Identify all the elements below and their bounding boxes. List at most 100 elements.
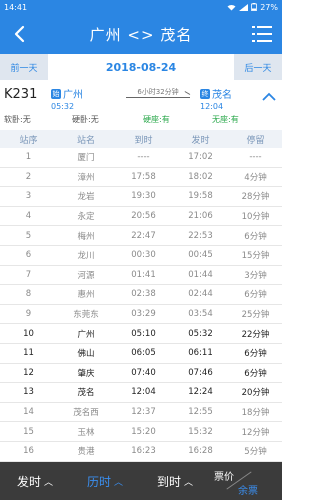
stops-table-header: 站序 站名 到时 发时 停留 [0,130,282,148]
header-station: 站名 [76,135,95,146]
table-row[interactable]: 2 漳州 17:58 18:02 4分钟 [0,168,282,188]
row-depart: 17:02 [188,152,213,163]
train-number: K231 [4,87,38,102]
row-station: 永定 [77,212,95,223]
sort-arrive-button[interactable]: 到时 ︿ [140,462,210,500]
row-index: 12 [23,367,34,378]
row-stay: 10分钟 [241,212,270,223]
header-depart: 发时 [191,135,210,146]
menu-icon[interactable] [252,25,272,43]
row-station: 河源 [77,270,95,281]
row-stay: 5分钟 [244,447,267,458]
row-depart: 18:02 [188,171,213,182]
price-remain-toggle[interactable]: 票价 余票 [210,462,282,500]
destination-station: 终 茂名 12:04 [200,86,232,111]
trip-duration: 6小时32分钟 [126,88,190,102]
prev-day-button[interactable]: 前一天 [0,54,48,80]
row-stay: 6分钟 [244,290,267,301]
table-row[interactable]: 4 永定 20:56 21:06 10分钟 [0,207,282,227]
row-stay: 28分钟 [241,192,270,203]
status-time: 14:41 [4,2,28,12]
row-index: 8 [25,289,32,300]
row-index: 2 [25,171,32,182]
table-row[interactable]: 1 厦门 ---- 17:02 ---- [0,148,282,168]
price-label: 票价 [214,472,234,483]
train-summary: K231 始 广州 05:32 6小时32分钟 终 茂名 12:04 [0,82,282,112]
table-row[interactable]: 6 龙川 00:30 00:45 15分钟 [0,246,282,266]
row-station: 梅州 [77,231,95,242]
stops-table[interactable]: 1 厦门 ---- 17:02 ---- 2 漳州 17:58 18:02 4分钟 3 龙岩 19:30… [0,148,282,462]
row-depart: 21:06 [188,211,213,222]
row-depart: 12:24 [188,387,213,398]
row-index: 7 [25,269,32,280]
battery-level: 27% [260,2,278,12]
row-index: 11 [23,348,34,359]
table-row[interactable]: 9 东莞东 03:29 03:54 25分钟 [0,305,282,325]
row-arrive: 22:47 [131,230,156,241]
status-icons: 27% [227,3,278,12]
selected-date[interactable]: 2018-08-24 [48,54,234,80]
row-station: 肇庆 [77,368,95,379]
row-depart: 07:46 [188,367,213,378]
row-station: 佛山 [77,349,95,360]
row-index: 9 [25,309,32,320]
chevron-up-icon[interactable] [262,92,276,102]
table-row[interactable]: 15 玉林 15:20 15:32 12分钟 [0,422,282,442]
row-index: 4 [25,211,32,222]
page-title: 广州 <> 茂名 [89,25,193,44]
duration-text: 6小时32分钟 [137,88,179,96]
header-arrive: 到时 [134,135,153,146]
row-station: 玉林 [77,427,95,438]
row-index: 1 [25,152,32,163]
row-arrive: 07:40 [131,367,156,378]
row-index: 16 [23,446,34,457]
table-row[interactable]: 11 佛山 06:05 06:11 6分钟 [0,344,282,364]
nav-bar: 广州 <> 茂名 [0,14,282,54]
row-station: 惠州 [77,290,95,301]
row-depart: 12:55 [188,407,213,418]
seat-hard-sleeper: 硬卧:无 [72,115,99,124]
row-station: 茂名西 [73,408,99,419]
table-row[interactable]: 13 茂名 12:04 12:24 20分钟 [0,383,282,403]
row-stay: 6分钟 [244,349,267,360]
origin-station-name: 广州 [63,90,83,101]
table-row[interactable]: 14 茂名西 12:37 12:55 18分钟 [0,403,282,423]
row-index: 10 [23,328,34,339]
row-station: 厦门 [77,153,95,164]
row-arrive: 12:04 [131,387,156,398]
row-index: 15 [23,426,34,437]
row-arrive: 16:23 [131,446,156,457]
table-row[interactable]: 16 贵港 16:23 16:28 5分钟 [0,442,282,462]
chevron-up-icon: ︿ [114,477,124,488]
back-arrow-icon[interactable] [10,24,30,44]
table-row[interactable]: 8 惠州 02:38 02:44 6分钟 [0,285,282,305]
row-arrive: ---- [137,152,150,163]
table-row[interactable]: 12 肇庆 07:40 07:46 6分钟 [0,364,282,384]
row-stay: 22分钟 [241,329,270,340]
row-station: 广州 [77,329,95,340]
row-depart: 05:32 [188,328,213,339]
seat-hard-seat: 硬座:有 [143,115,170,124]
status-bar: 14:41 27% [0,0,282,14]
seat-availability: 软卧:无 硬卧:无 硬座:有 无座:有 [0,112,282,126]
sort-duration-button[interactable]: 历时 ︿ [70,462,140,500]
table-row[interactable]: 7 河源 01:41 01:44 3分钟 [0,266,282,286]
row-index: 14 [23,407,34,418]
row-depart: 15:32 [188,426,213,437]
table-row[interactable]: 5 梅州 22:47 22:53 6分钟 [0,226,282,246]
row-stay: 15分钟 [241,251,270,262]
destination-station-name: 茂名 [212,90,232,101]
row-arrive: 15:20 [131,426,156,437]
row-index: 3 [25,191,32,202]
row-stay: 18分钟 [241,408,270,419]
bottom-sort-bar: 发时 ︿ 历时 ︿ 到时 ︿ 票价 余票 [0,462,282,500]
sort-duration-label: 历时 [86,474,111,489]
sort-depart-button[interactable]: 发时 ︿ [0,462,70,500]
next-day-button[interactable]: 后一天 [234,54,282,80]
table-row[interactable]: 3 龙岩 19:30 19:58 28分钟 [0,187,282,207]
seat-standing: 无座:有 [212,115,239,124]
start-badge: 始 [51,88,61,99]
battery-icon [251,3,258,11]
row-index: 13 [23,387,34,398]
table-row[interactable]: 10 广州 05:10 05:32 22分钟 [0,324,282,344]
